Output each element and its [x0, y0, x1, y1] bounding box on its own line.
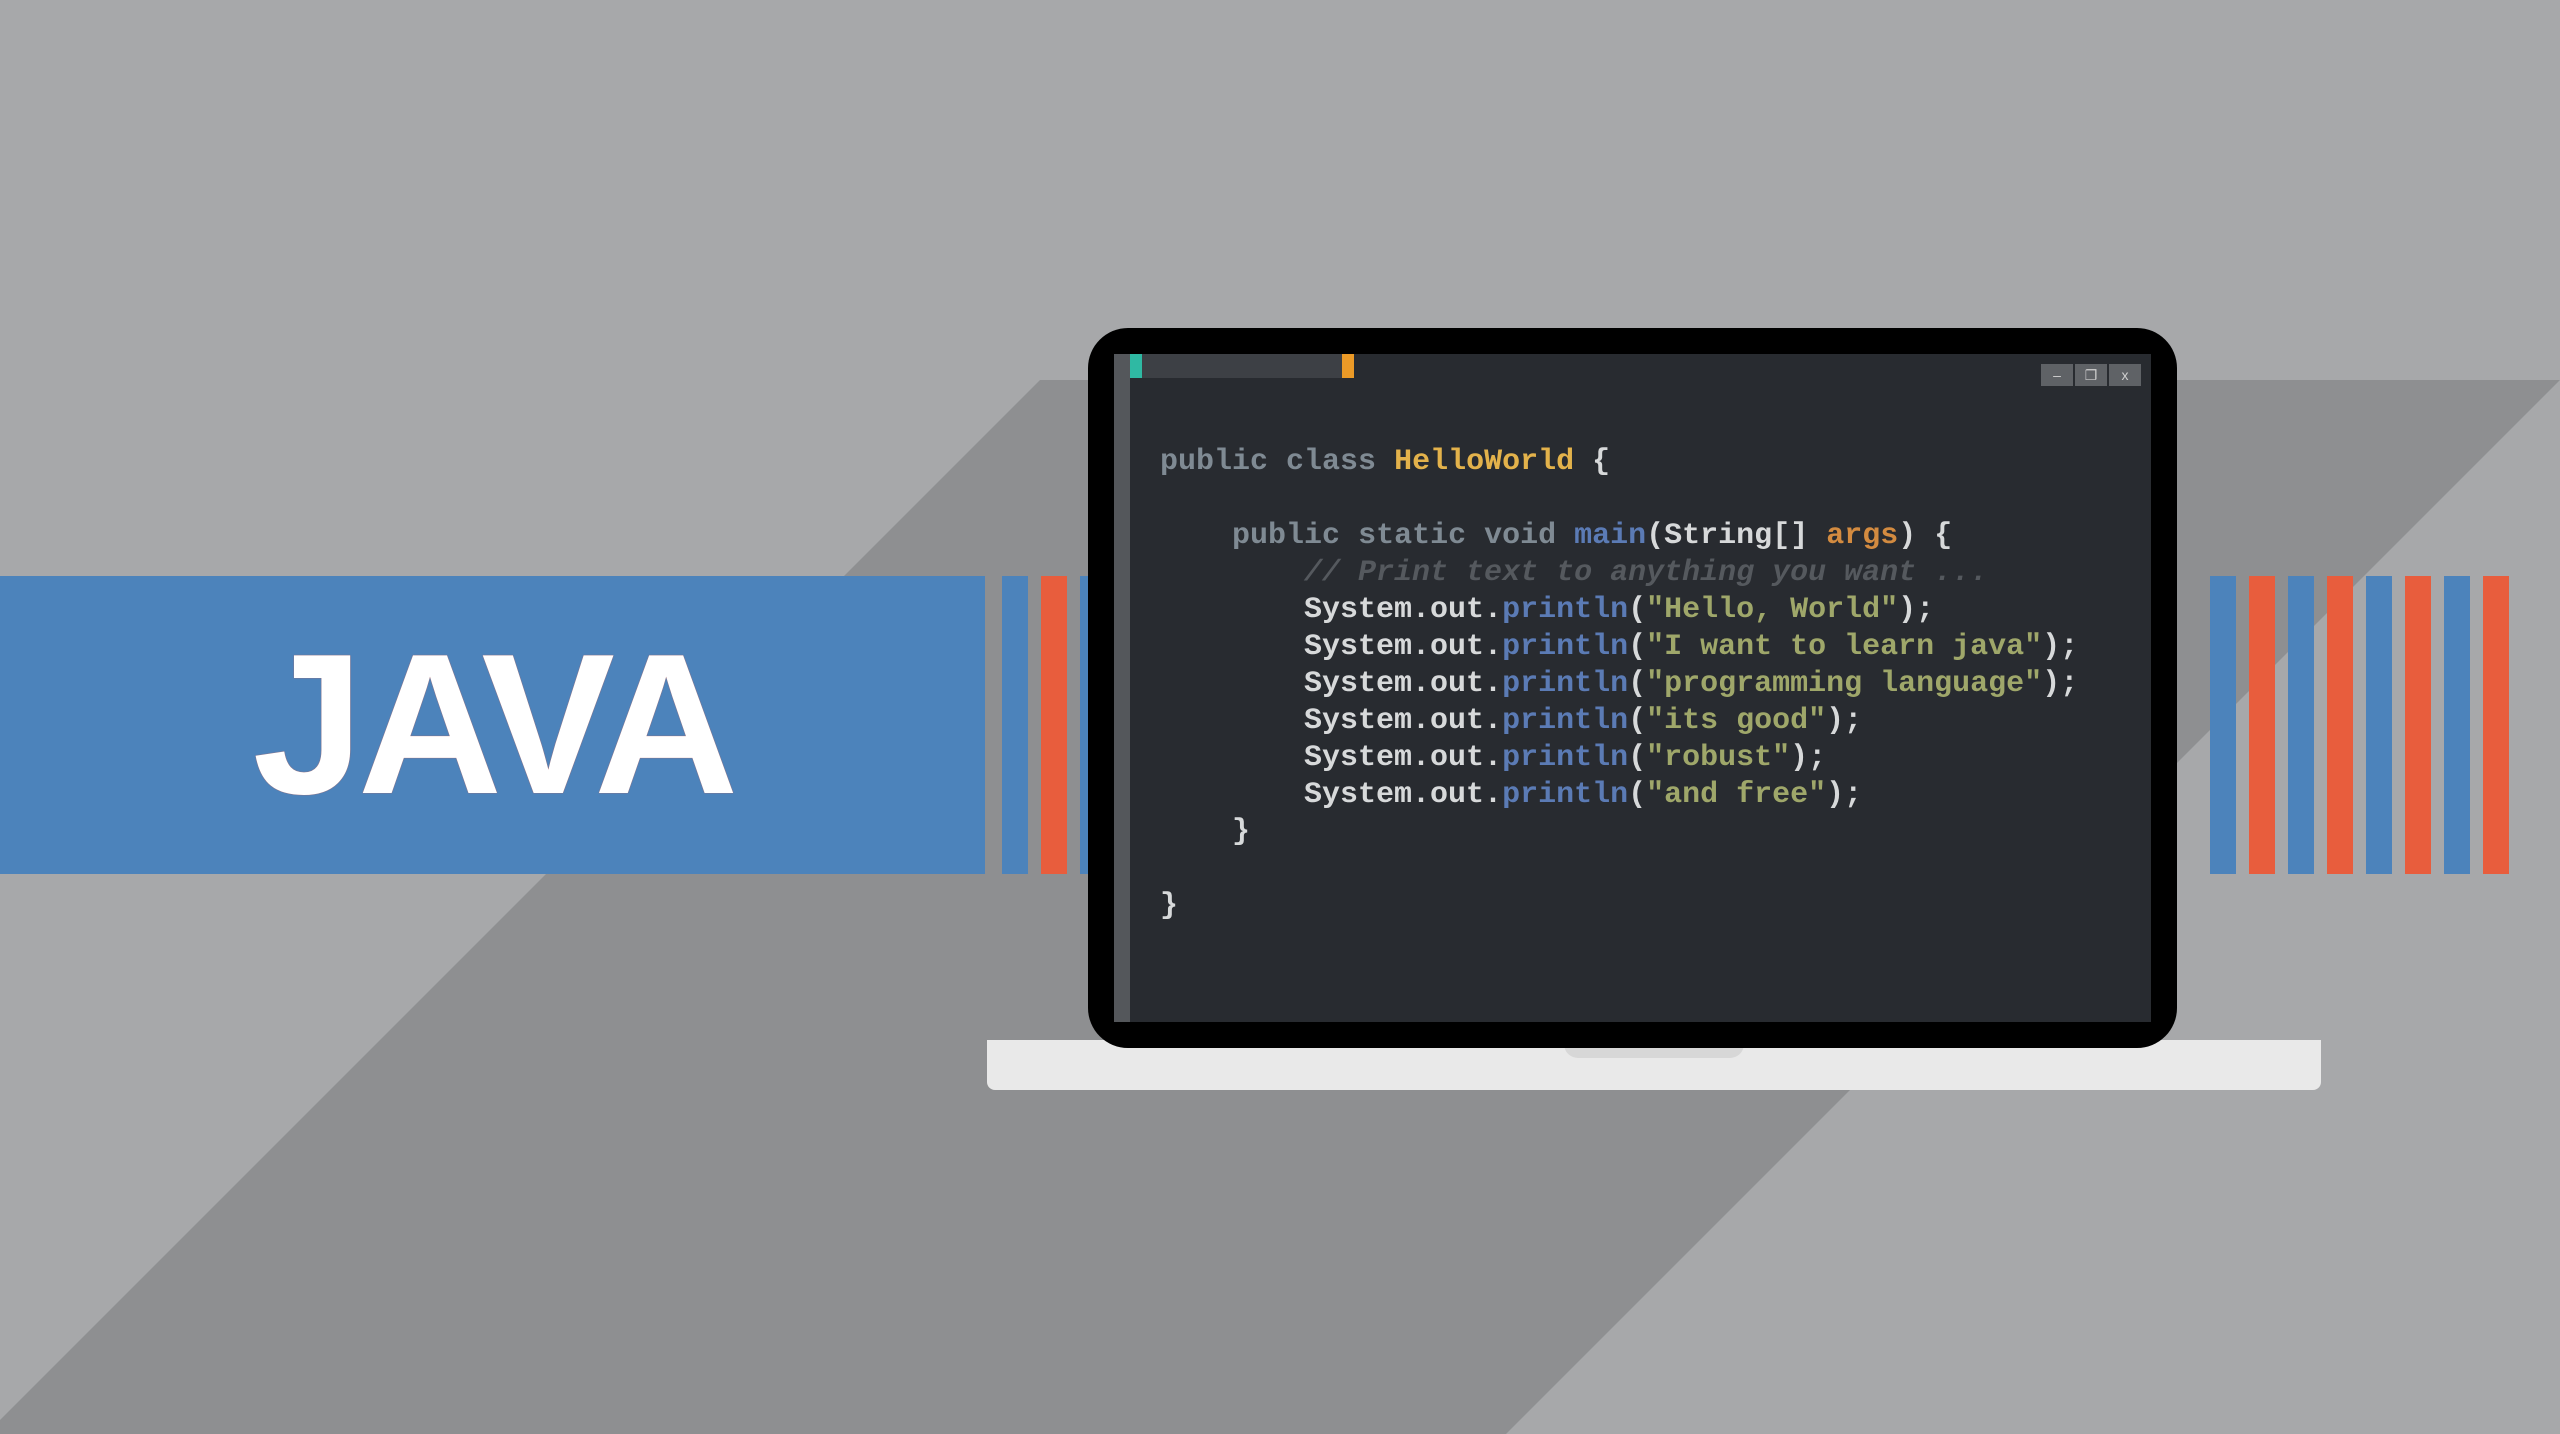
stripe-orange: [2327, 576, 2353, 874]
minimize-button[interactable]: –: [2041, 364, 2073, 386]
title-text: JAVA: [253, 610, 733, 840]
title-banner: JAVA: [0, 576, 985, 874]
active-tab[interactable]: [1142, 354, 1342, 378]
stripe-blue: [2444, 576, 2470, 874]
stripe-orange: [2405, 576, 2431, 874]
stripe-blue: [2210, 576, 2236, 874]
stripe-orange: [1041, 576, 1067, 874]
stripe-blue: [2366, 576, 2392, 874]
code-editor: – ❐ x public class HelloWorld { public s…: [1114, 354, 2151, 1022]
stripe-band-right: [2210, 576, 2509, 874]
stripe-orange: [2483, 576, 2509, 874]
editor-body: – ❐ x public class HelloWorld { public s…: [1130, 354, 2151, 1022]
stripe-orange: [2249, 576, 2275, 874]
window-controls: – ❐ x: [2041, 364, 2141, 386]
tab-accent-icon: [1130, 354, 1142, 378]
editor-gutter: [1114, 354, 1130, 1022]
laptop-screen: – ❐ x public class HelloWorld { public s…: [1088, 328, 2177, 1048]
code-content: public class HelloWorld { public static …: [1160, 444, 2078, 925]
stripe-blue: [1002, 576, 1028, 874]
close-button[interactable]: x: [2109, 364, 2141, 386]
tab-modified-icon: [1342, 354, 1354, 378]
stripe-blue: [2288, 576, 2314, 874]
maximize-button[interactable]: ❐: [2075, 364, 2107, 386]
editor-tabbar: [1130, 354, 2151, 378]
